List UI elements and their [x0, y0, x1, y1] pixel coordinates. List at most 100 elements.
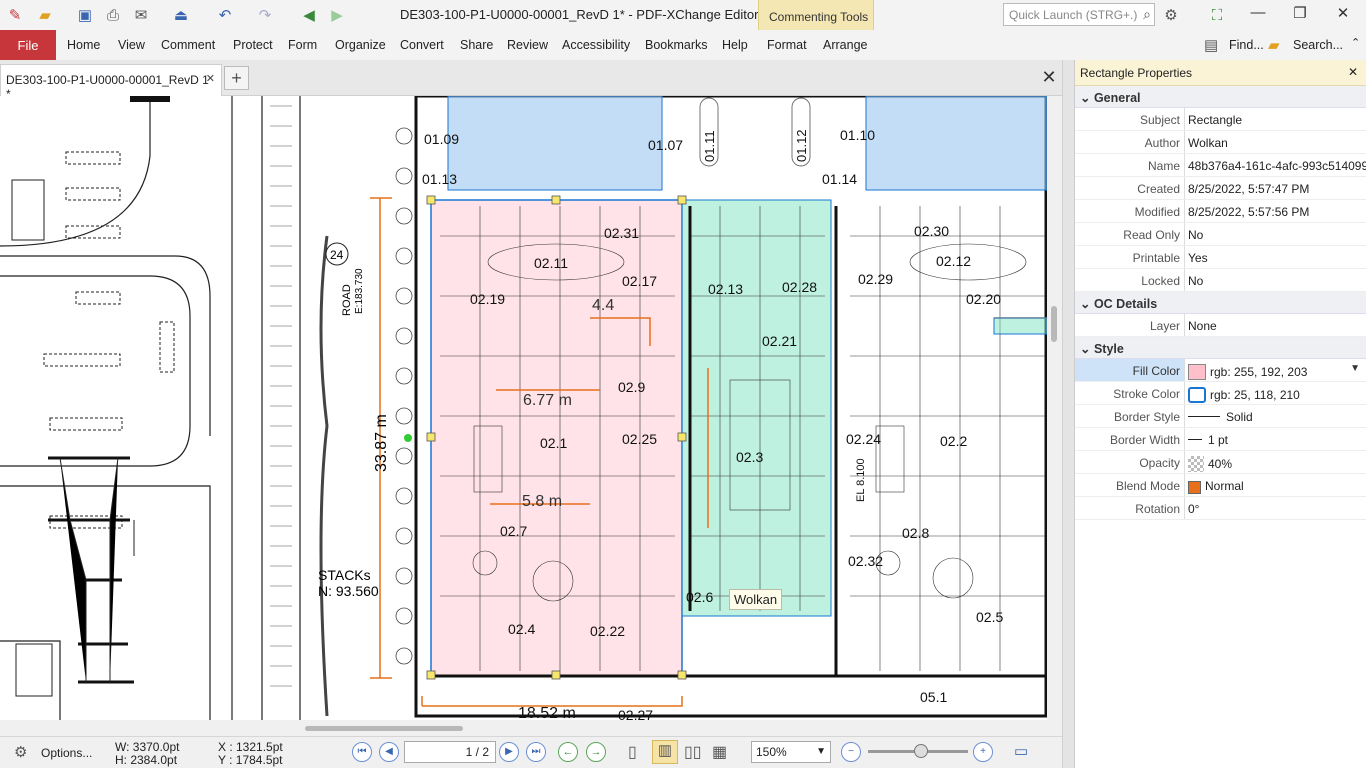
tab-comment[interactable]: Comment [161, 38, 215, 52]
close-document-button[interactable]: ✕ [1036, 66, 1062, 90]
section-style[interactable]: ⌄ Style [1075, 337, 1366, 359]
property-row[interactable]: Author Wolkan [1075, 131, 1366, 154]
search-icon[interactable]: ⌕ [1143, 6, 1151, 23]
next-view-button[interactable]: → [586, 742, 606, 762]
prev-page-button[interactable]: ◀ [379, 742, 399, 762]
tab-convert[interactable]: Convert [400, 38, 444, 52]
panel-header: Rectangle Properties ✕ [1075, 60, 1366, 86]
property-row[interactable]: Locked No [1075, 269, 1366, 292]
search-button[interactable]: Search... [1293, 38, 1343, 52]
vertical-scrollbar[interactable] [1047, 96, 1062, 720]
close-panel-icon[interactable]: ✕ [1348, 65, 1358, 79]
facing-pages-icon[interactable]: ▯▯ [684, 742, 702, 762]
vertical-scroll-thumb[interactable] [1051, 306, 1057, 342]
context-group-label: Commenting Tools [769, 10, 869, 24]
options-gear-icon[interactable]: ⚙ [14, 743, 27, 761]
horizontal-scroll-thumb[interactable] [305, 726, 463, 731]
find-button[interactable]: Find... [1229, 38, 1264, 52]
tab-arrange[interactable]: Arrange [823, 38, 867, 52]
tab-help[interactable]: Help [722, 38, 748, 52]
file-tab[interactable]: File [0, 30, 56, 60]
tab-view[interactable]: View [118, 38, 145, 52]
property-row[interactable]: Layer None [1075, 314, 1366, 337]
find-icon: ▤ [1204, 37, 1219, 54]
drawing-svg: 24 ROAD E:183.730 STACKs N: 93.560 33.87… [0, 96, 1047, 720]
property-row[interactable]: Name 48b376a4-161c-4afc-993c514099... [1075, 154, 1366, 177]
back-icon[interactable]: ◀ [298, 4, 320, 26]
first-page-button[interactable]: ⏮ [352, 742, 372, 762]
property-row[interactable]: Border Width 1 pt [1075, 428, 1366, 451]
property-row[interactable]: Opacity 40% [1075, 451, 1366, 474]
room-label: 01.14 [822, 171, 857, 187]
settings-icon[interactable]: ⚙ [1160, 4, 1182, 26]
property-row[interactable]: Blend Mode Normal [1075, 474, 1366, 497]
close-tab-icon[interactable]: ✕ [206, 72, 215, 85]
ribbon-collapse-icon[interactable]: ⌃ [1351, 36, 1360, 49]
continuous-page-icon[interactable]: ▥ [652, 740, 678, 764]
zoom-in-button[interactable]: + [973, 742, 993, 762]
minimize-button[interactable]: — [1243, 4, 1273, 26]
tab-home[interactable]: Home [67, 38, 100, 52]
tab-share[interactable]: Share [460, 38, 493, 52]
email-icon[interactable]: ✉ [130, 4, 152, 26]
horizontal-scrollbar[interactable] [0, 720, 1062, 736]
property-row[interactable]: Printable Yes [1075, 246, 1366, 269]
open-folder-icon[interactable]: ▰ [34, 4, 56, 26]
print-icon[interactable]: ⎙ [102, 4, 124, 26]
property-row-stroke-color[interactable]: Stroke Color rgb: 25, 118, 210 [1075, 382, 1366, 405]
close-window-button[interactable]: ✕ [1328, 4, 1358, 26]
quick-launch-input[interactable]: Quick Launch (STRG+.) ⌕ [1003, 3, 1155, 26]
property-row[interactable]: Modified 8/25/2022, 5:57:56 PM [1075, 200, 1366, 223]
continuous-facing-icon[interactable]: ▦ [712, 742, 727, 762]
room-label: 02.1 [540, 435, 567, 451]
room-label: 02.32 [848, 553, 883, 569]
fullscreen-view-icon[interactable]: ▭ [1014, 742, 1028, 760]
zoom-out-button[interactable]: − [841, 742, 861, 762]
tab-format[interactable]: Format [767, 38, 807, 52]
chevron-down-icon[interactable]: ▼ [1350, 363, 1360, 374]
collapse-icon: ⌄ [1080, 91, 1094, 105]
property-row[interactable]: Read Only No [1075, 223, 1366, 246]
maximize-button[interactable]: ❐ [1285, 4, 1315, 26]
tab-accessibility[interactable]: Accessibility [562, 38, 630, 52]
bottom-dimension-label: 18.52 m [518, 705, 576, 720]
zoom-slider[interactable] [868, 744, 968, 758]
zoom-slider-knob[interactable] [914, 744, 928, 758]
section-general[interactable]: ⌄ General [1075, 86, 1366, 108]
cursor-x-readout: X : 1321.5pt [218, 740, 283, 754]
page-number-field[interactable]: 1 / 2 [404, 741, 496, 763]
property-row-fill-color[interactable]: Fill Color rgb: 255, 192, 203 ▼ [1075, 359, 1366, 382]
panel-splitter[interactable] [1062, 60, 1074, 768]
tab-form[interactable]: Form [288, 38, 317, 52]
options-button[interactable]: Options... [41, 746, 92, 760]
tab-protect[interactable]: Protect [233, 38, 273, 52]
undo-icon[interactable]: ↶ [214, 4, 236, 26]
tab-review[interactable]: Review [507, 38, 548, 52]
redo-icon[interactable]: ↷ [254, 4, 276, 26]
forward-icon[interactable]: ▶ [326, 4, 348, 26]
document-canvas[interactable]: 24 ROAD E:183.730 STACKs N: 93.560 33.87… [0, 96, 1047, 720]
quick-launch-placeholder: Quick Launch (STRG+.) [1009, 8, 1138, 22]
tab-bookmarks[interactable]: Bookmarks [645, 38, 708, 52]
new-tab-button[interactable]: + [224, 66, 249, 90]
property-row[interactable]: Subject Rectangle [1075, 108, 1366, 131]
room-label: 02.21 [762, 333, 797, 349]
previous-view-button[interactable]: ← [558, 742, 578, 762]
single-page-icon[interactable]: ▯ [628, 742, 637, 762]
zoom-select[interactable]: 150% ▼ [751, 741, 831, 763]
section-oc-details[interactable]: ⌄ OC Details [1075, 292, 1366, 314]
property-row[interactable]: Created 8/25/2022, 5:57:47 PM [1075, 177, 1366, 200]
tab-organize[interactable]: Organize [335, 38, 386, 52]
scan-icon[interactable]: ⏏ [170, 4, 192, 26]
fullscreen-icon[interactable]: ⛶ [1206, 4, 1228, 26]
property-row[interactable]: Rotation 0° [1075, 497, 1366, 520]
property-row[interactable]: Border Style Solid [1075, 405, 1366, 428]
fill-color-swatch[interactable] [1188, 364, 1206, 380]
blend-mode-icon [1188, 481, 1201, 494]
document-tab[interactable]: DE303-100-P1-U0000-00001_RevD 1 * ✕ [0, 64, 222, 101]
save-icon[interactable]: ▣ [74, 4, 96, 26]
stroke-color-swatch[interactable] [1188, 387, 1206, 403]
next-page-button[interactable]: ▶ [499, 742, 519, 762]
last-page-button[interactable]: ⏭ [526, 742, 546, 762]
room-label: 05.1 [920, 689, 947, 705]
